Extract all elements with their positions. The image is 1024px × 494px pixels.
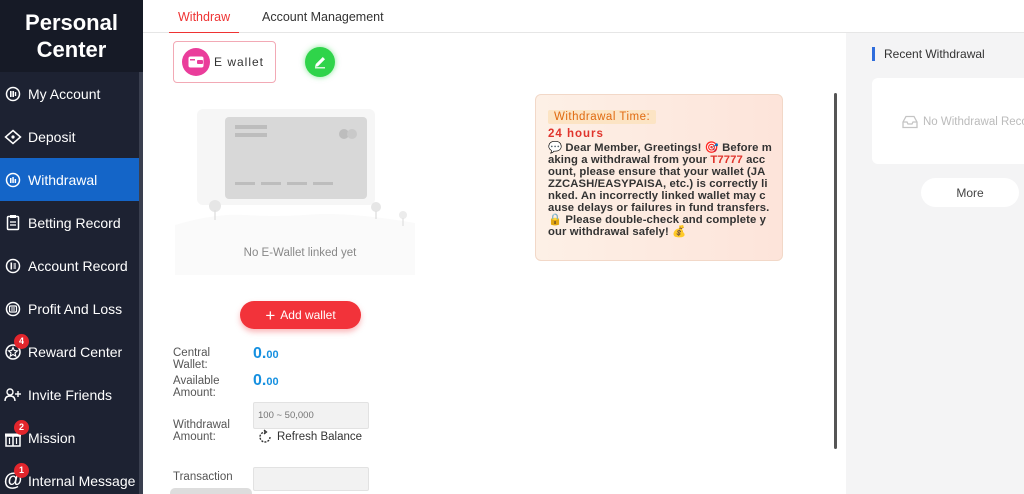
sidebar-item-label: Withdrawal xyxy=(28,171,98,188)
message-badge: 1 xyxy=(14,462,29,478)
sidebar-item-invite-friends[interactable]: Invite Friends xyxy=(0,373,139,416)
add-wallet-button[interactable]: + Add wallet xyxy=(240,301,361,329)
ewallet-icon xyxy=(182,48,210,76)
sidebar-item-label: Betting Record xyxy=(28,214,121,231)
gift-icon: 2 xyxy=(4,419,29,447)
title-accent-bar xyxy=(872,47,875,61)
notice-brand: T7777 xyxy=(710,154,743,166)
sidebar-item-account-record[interactable]: Account Record xyxy=(0,244,139,287)
available-amount-label: Available Amount: xyxy=(173,375,220,399)
clipboard-icon xyxy=(4,214,22,232)
refresh-icon xyxy=(257,429,273,445)
wallet-circle-icon xyxy=(4,85,22,103)
empty-records-text: No Withdrawal Records xyxy=(923,116,1024,128)
sidebar-item-label: Reward Center xyxy=(28,343,123,360)
sidebar-title: Personal Center xyxy=(0,0,143,72)
sidebar: Personal Center My Account Deposit Withd… xyxy=(0,0,143,494)
transaction-password-input[interactable] xyxy=(253,467,369,491)
sidebar-title-line1: Personal xyxy=(25,10,118,35)
recent-withdrawal-panel: Recent Withdrawal No Withdrawal Records … xyxy=(846,33,1024,494)
notice-text: 💬 Dear Member, Greetings! 🎯 Before makin… xyxy=(548,142,772,238)
invite-icon xyxy=(4,386,22,404)
sidebar-item-internal-message[interactable]: @ 1 Internal Message xyxy=(0,459,139,494)
recent-withdrawal-title: Recent Withdrawal xyxy=(872,47,985,61)
withdrawal-amount-label: Withdrawal Amount: xyxy=(173,419,230,443)
no-wallet-text: No E-Wallet linked yet xyxy=(243,247,357,259)
reward-badge: 4 xyxy=(14,333,29,349)
reward-icon: 4 xyxy=(4,333,29,361)
tab-withdraw[interactable]: Withdraw xyxy=(169,0,240,34)
withdraw-circle-icon xyxy=(4,171,22,189)
central-wallet-dec: 00 xyxy=(266,349,279,361)
empty-records-card: No Withdrawal Records xyxy=(872,78,1024,164)
sidebar-item-label: Invite Friends xyxy=(28,386,113,403)
available-amount: 0.00 xyxy=(253,372,279,390)
notice-title: Withdrawal Time: xyxy=(548,110,657,124)
more-button[interactable]: More xyxy=(921,178,1019,207)
notice-greeting: Dear Member, Greetings! xyxy=(565,142,702,154)
transaction-label: Transaction xyxy=(173,471,233,483)
sidebar-item-reward-center[interactable]: 4 Reward Center xyxy=(0,330,139,373)
central-wallet-int: 0. xyxy=(253,345,267,362)
central-wallet-label: Central Wallet: xyxy=(173,347,211,371)
page: Personal Center My Account Deposit Withd… xyxy=(0,0,1024,494)
ticket-icon xyxy=(4,128,22,146)
ewallet-label: E wallet xyxy=(214,55,265,69)
available-dec: 00 xyxy=(266,376,279,388)
sidebar-item-betting-record[interactable]: Betting Record xyxy=(0,201,139,244)
top-tabs: Withdraw Account Management xyxy=(143,0,1024,34)
target-icon: 🎯 xyxy=(704,142,719,154)
chart-circle-icon xyxy=(4,300,22,318)
mission-badge: 2 xyxy=(14,419,29,435)
refresh-balance-button[interactable]: Refresh Balance xyxy=(257,429,362,445)
sidebar-item-label: Deposit xyxy=(28,128,76,145)
notice-closing: Please double-check and complete your wi… xyxy=(548,214,766,238)
list-circle-icon xyxy=(4,257,22,275)
add-wallet-label: Add wallet xyxy=(280,308,336,322)
ewallet-button[interactable]: E wallet xyxy=(173,41,276,83)
withdraw-panel: E wallet No E-Wallet linked yet + Add wa… xyxy=(143,33,846,494)
recent-withdrawal-label: Recent Withdrawal xyxy=(884,47,985,61)
central-wallet-amount: 0.00 xyxy=(253,345,279,363)
lock-icon: 🔒 xyxy=(548,214,563,226)
at-icon: @ 1 xyxy=(4,462,29,490)
plus-icon: + xyxy=(265,305,276,325)
sidebar-item-deposit[interactable]: Deposit xyxy=(0,115,139,158)
refresh-balance-label: Refresh Balance xyxy=(277,431,363,443)
tab-account-management[interactable]: Account Management xyxy=(262,0,384,33)
sidebar-item-label: My Account xyxy=(28,85,101,102)
withdrawal-amount-input[interactable] xyxy=(253,402,369,429)
speech-bubble-icon: 💬 xyxy=(548,142,563,154)
empty-box-icon xyxy=(902,115,918,129)
content-scrollbar[interactable] xyxy=(834,93,837,449)
sidebar-item-label: Mission xyxy=(28,429,76,446)
withdrawal-notice: Withdrawal Time: 24 hours 💬 Dear Member,… xyxy=(535,94,783,261)
sidebar-item-label: Account Record xyxy=(28,257,128,274)
edit-button[interactable] xyxy=(305,47,335,77)
sidebar-item-mission[interactable]: 2 Mission xyxy=(0,416,139,459)
sidebar-title-line2: Center xyxy=(36,37,107,62)
sidebar-item-withdrawal[interactable]: Withdrawal xyxy=(0,158,139,201)
sidebar-item-label: Internal Message xyxy=(28,472,136,489)
money-bag-icon: 💰 xyxy=(672,226,687,238)
submit-button-edge[interactable] xyxy=(170,488,252,494)
available-int: 0. xyxy=(253,372,267,389)
pencil-icon xyxy=(313,55,327,69)
sidebar-item-profit-and-loss[interactable]: Profit And Loss xyxy=(0,287,139,330)
sidebar-item-my-account[interactable]: My Account xyxy=(0,72,139,115)
sidebar-item-label: Profit And Loss xyxy=(28,300,123,317)
notice-hours: 24 hours xyxy=(548,128,604,140)
